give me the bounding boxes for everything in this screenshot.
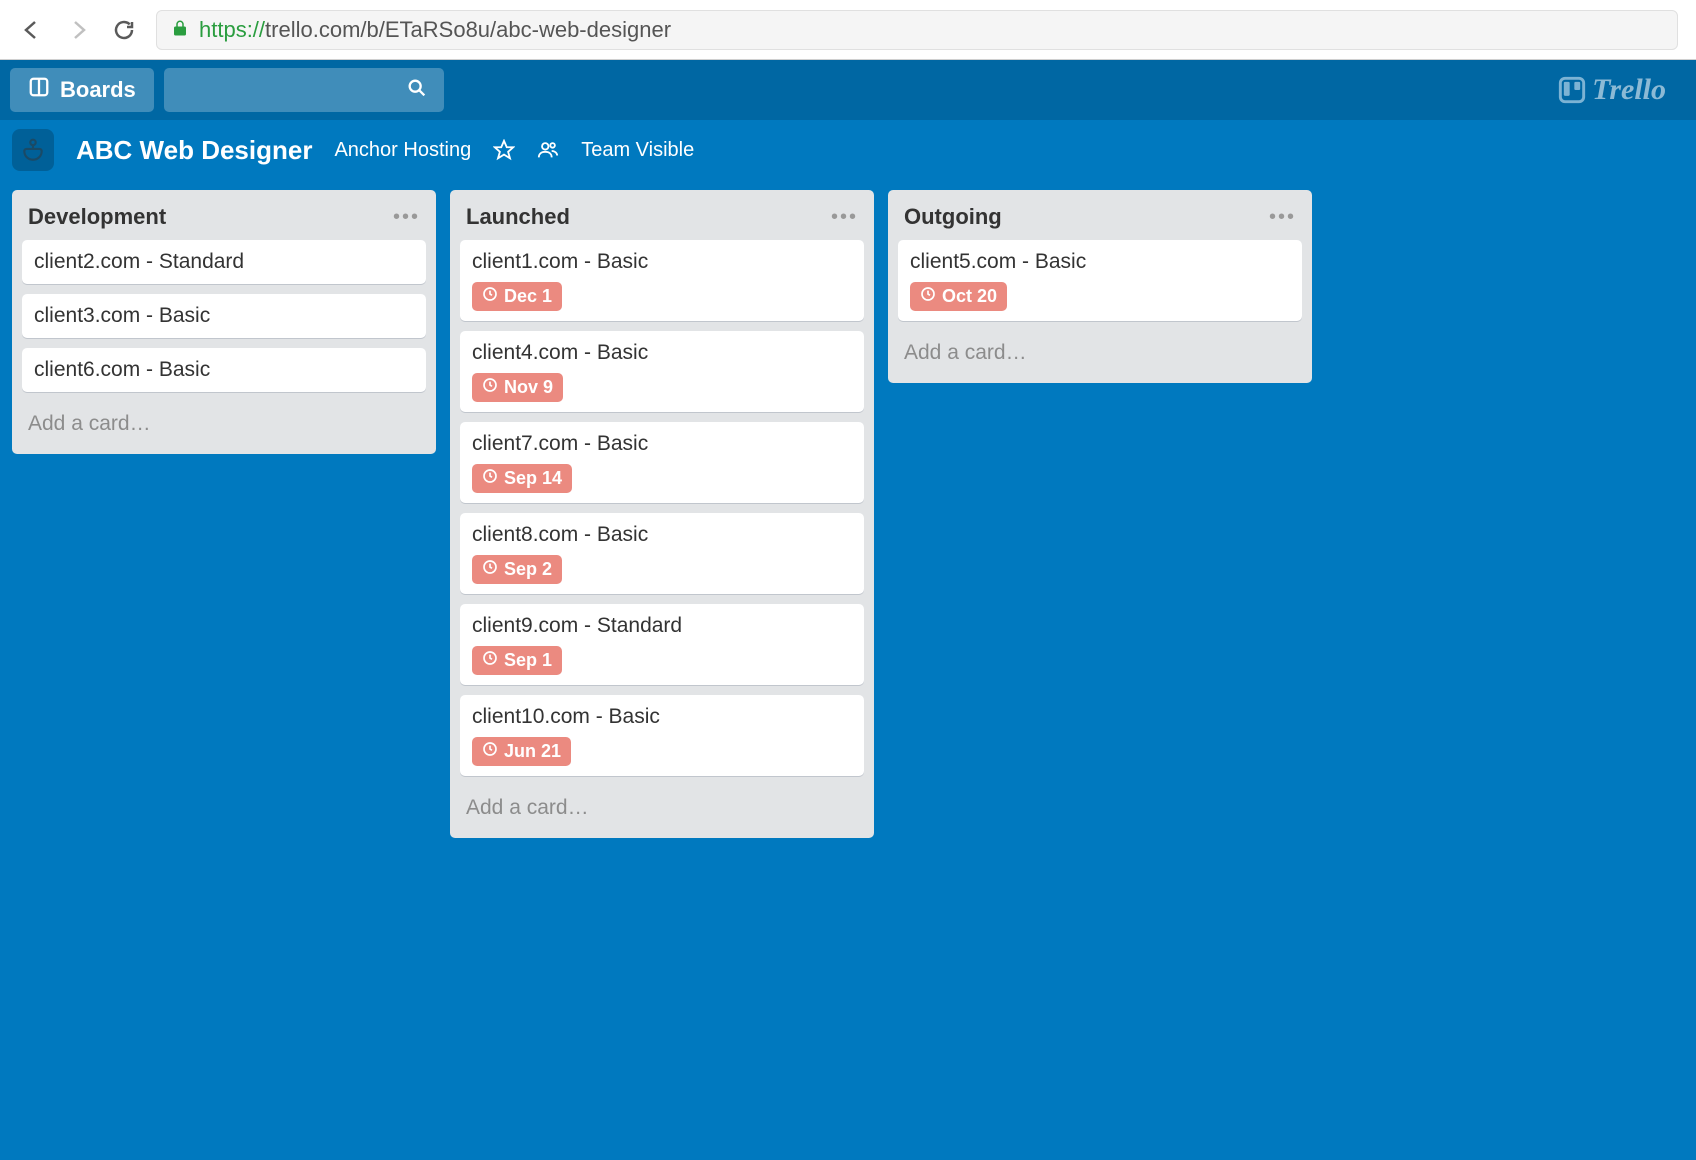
list-menu-icon[interactable]: ••• xyxy=(393,206,420,229)
card-title: client7.com - Basic xyxy=(472,432,852,456)
due-text: Sep 14 xyxy=(504,468,562,489)
logo-text: Trello xyxy=(1592,73,1666,107)
list[interactable]: Outgoing ••• client5.com - Basic Oct 20 Add … xyxy=(888,190,1312,383)
due-text: Nov 9 xyxy=(504,377,553,398)
board-icon[interactable] xyxy=(12,129,54,171)
clock-icon xyxy=(482,468,498,489)
forward-button[interactable] xyxy=(64,16,92,44)
add-card-button[interactable]: Add a card… xyxy=(898,331,1302,379)
trello-logo[interactable]: Trello xyxy=(1558,73,1686,107)
url-text: https://trello.com/b/ETaRSo8u/abc-web-de… xyxy=(199,17,671,43)
due-text: Dec 1 xyxy=(504,286,552,307)
list[interactable]: Development ••• client2.com - Standard clie… xyxy=(12,190,436,454)
team-icon xyxy=(537,139,559,161)
list-menu-icon[interactable]: ••• xyxy=(831,206,858,229)
due-badge: Sep 1 xyxy=(472,646,562,675)
due-badge: Sep 14 xyxy=(472,464,572,493)
card-title: client2.com - Standard xyxy=(34,250,414,274)
url-bar[interactable]: https://trello.com/b/ETaRSo8u/abc-web-de… xyxy=(156,10,1678,50)
card-title: client3.com - Basic xyxy=(34,304,414,328)
lock-icon xyxy=(171,17,189,43)
due-badge: Sep 2 xyxy=(472,555,562,584)
list-title[interactable]: Launched xyxy=(466,204,570,230)
due-text: Jun 21 xyxy=(504,741,561,762)
due-text: Oct 20 xyxy=(942,286,997,307)
due-badge: Nov 9 xyxy=(472,373,563,402)
card-title: client1.com - Basic xyxy=(472,250,852,274)
search-input[interactable] xyxy=(164,68,444,112)
card[interactable]: client3.com - Basic xyxy=(22,294,426,338)
list-menu-icon[interactable]: ••• xyxy=(1269,206,1296,229)
card[interactable]: client5.com - Basic Oct 20 xyxy=(898,240,1302,321)
card[interactable]: client9.com - Standard Sep 1 xyxy=(460,604,864,685)
card-title: client5.com - Basic xyxy=(910,250,1290,274)
card[interactable]: client4.com - Basic Nov 9 xyxy=(460,331,864,412)
star-button[interactable] xyxy=(493,139,515,161)
board-subheader: ABC Web Designer Anchor Hosting Team Vis… xyxy=(0,120,1696,180)
browser-chrome: https://trello.com/b/ETaRSo8u/abc-web-de… xyxy=(0,0,1696,60)
clock-icon xyxy=(482,286,498,307)
card[interactable]: client7.com - Basic Sep 14 xyxy=(460,422,864,503)
list-header: Outgoing ••• xyxy=(898,200,1302,240)
due-text: Sep 1 xyxy=(504,650,552,671)
boards-button[interactable]: Boards xyxy=(10,68,154,112)
due-badge: Dec 1 xyxy=(472,282,562,311)
visibility-label[interactable]: Team Visible xyxy=(581,139,694,162)
search-icon xyxy=(406,77,428,104)
add-card-button[interactable]: Add a card… xyxy=(22,402,426,450)
org-link[interactable]: Anchor Hosting xyxy=(334,139,471,162)
due-text: Sep 2 xyxy=(504,559,552,580)
due-badge: Jun 21 xyxy=(472,737,571,766)
card[interactable]: client10.com - Basic Jun 21 xyxy=(460,695,864,776)
list[interactable]: Launched•••client1.com - BasicDec 1clien… xyxy=(450,190,874,838)
list-title[interactable]: Outgoing xyxy=(904,204,1002,230)
boards-icon xyxy=(28,76,50,104)
card-title: client9.com - Standard xyxy=(472,614,852,638)
boards-label: Boards xyxy=(60,77,136,103)
reload-button[interactable] xyxy=(110,16,138,44)
clock-icon xyxy=(482,741,498,762)
clock-icon xyxy=(482,377,498,398)
back-button[interactable] xyxy=(18,16,46,44)
card-title: client6.com - Basic xyxy=(34,358,414,382)
card[interactable]: client2.com - Standard xyxy=(22,240,426,284)
due-badge: Oct 20 xyxy=(910,282,1007,311)
card-title: client10.com - Basic xyxy=(472,705,852,729)
card[interactable]: client1.com - Basic Dec 1 xyxy=(460,240,864,321)
card[interactable]: client8.com - Basic Sep 2 xyxy=(460,513,864,594)
trello-header: Boards Trello xyxy=(0,60,1696,120)
list-header: Launched ••• xyxy=(460,200,864,240)
clock-icon xyxy=(482,650,498,671)
board-title[interactable]: ABC Web Designer xyxy=(76,135,312,166)
clock-icon xyxy=(920,286,936,307)
board-canvas[interactable]: Development ••• client2.com - Standard clie… xyxy=(0,180,1696,848)
card-title: client4.com - Basic xyxy=(472,341,852,365)
clock-icon xyxy=(482,559,498,580)
card[interactable]: client6.com - Basic xyxy=(22,348,426,392)
list-title[interactable]: Development xyxy=(28,204,166,230)
card-title: client8.com - Basic xyxy=(472,523,852,547)
add-card-button[interactable]: Add a card… xyxy=(460,786,864,834)
list-header: Development ••• xyxy=(22,200,426,240)
